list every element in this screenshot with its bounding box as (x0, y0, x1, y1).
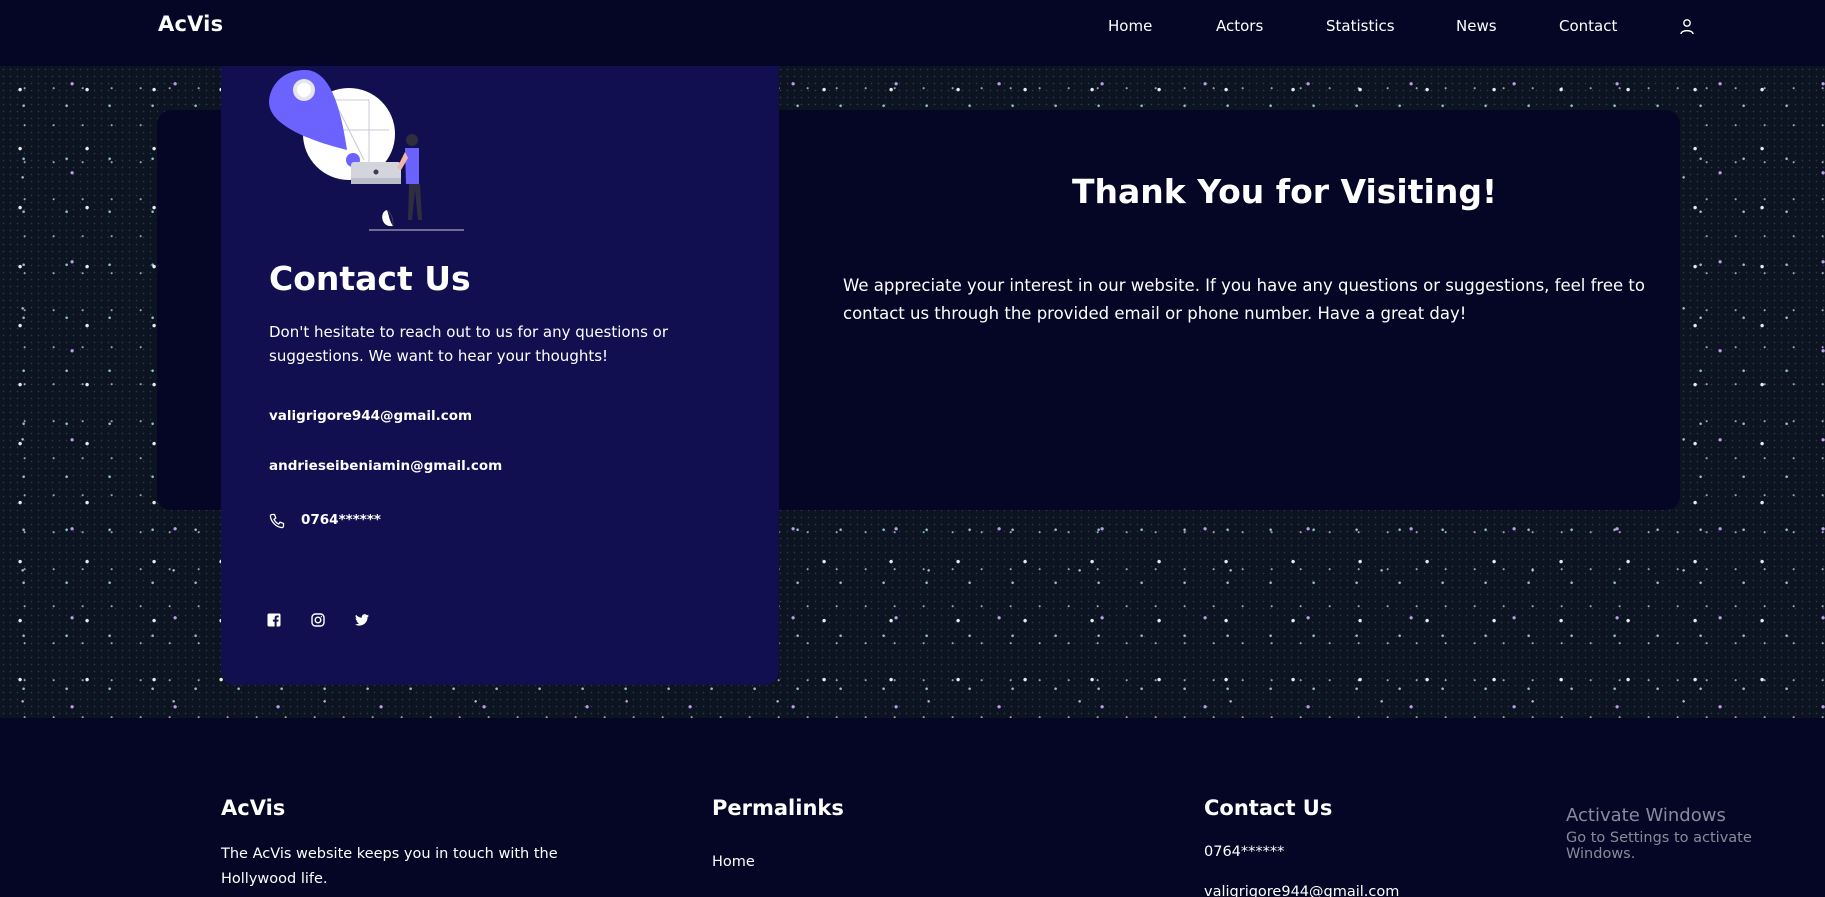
thanks-title: Thank You for Visiting! (1072, 172, 1497, 211)
facebook-icon[interactable] (263, 609, 285, 631)
thanks-text: We appreciate your interest in our websi… (843, 276, 1645, 323)
nav-contact[interactable]: Contact (1559, 17, 1617, 35)
twitter-icon[interactable] (351, 609, 373, 631)
footer-link-home[interactable]: Home (712, 854, 755, 870)
footer-permalinks-title: Permalinks (712, 796, 844, 820)
nav-statistics[interactable]: Statistics (1326, 17, 1395, 35)
nav-news[interactable]: News (1456, 17, 1497, 35)
footer-contact-title: Contact Us (1204, 796, 1333, 820)
hero-section: Contact Us Don't hesitate to reach out t… (0, 66, 1825, 718)
watermark-subtitle: Go to Settings to activate Windows. (1566, 830, 1752, 862)
nav-links: Home Actors Statistics News Contact (0, 17, 1825, 41)
windows-activation-watermark: Activate Windows Go to Settings to activ… (1566, 805, 1825, 862)
email-link-2[interactable]: andrieseibeniamin@gmail.com (269, 458, 502, 474)
nav-home[interactable]: Home (1108, 17, 1152, 35)
contact-description: Don't hesitate to reach out to us for an… (269, 323, 669, 365)
instagram-icon[interactable] (307, 609, 329, 631)
contact-title: Contact Us (269, 259, 471, 298)
user-icon[interactable] (1679, 18, 1695, 36)
footer: AcVis The AcVis website keeps you in tou… (0, 718, 1825, 897)
phone-number: 0764****** (301, 512, 381, 528)
watermark-title: Activate Windows (1566, 805, 1726, 826)
footer-phone: 0764****** (1204, 844, 1285, 860)
nav-actors[interactable]: Actors (1216, 17, 1263, 35)
footer-about-text: The AcVis website keeps you in touch wit… (221, 846, 558, 887)
footer-email[interactable]: valigrigore944@gmail.com (1204, 884, 1399, 897)
location-pin-person-laptop-illustration (269, 60, 469, 240)
navbar: AcVis Home Actors Statistics News Contac… (0, 0, 1825, 66)
footer-brand-title: AcVis (221, 796, 286, 820)
contact-card: Contact Us Don't hesitate to reach out t… (221, 66, 779, 685)
email-link-1[interactable]: valigrigore944@gmail.com (269, 408, 472, 424)
phone-icon (269, 513, 285, 529)
